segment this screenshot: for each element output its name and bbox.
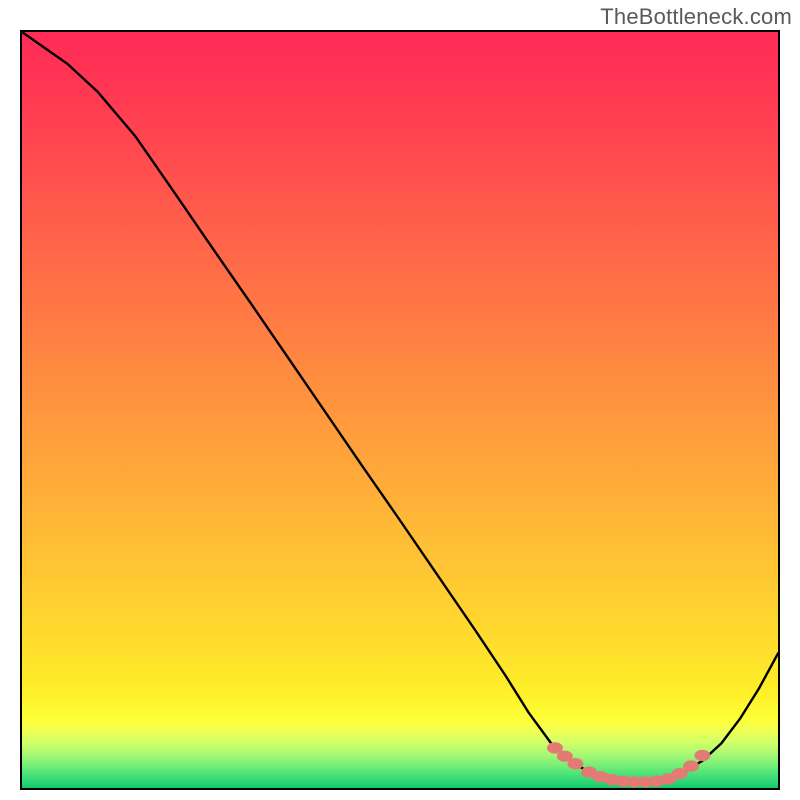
data-markers [547,742,710,787]
data-marker [683,760,699,771]
watermark-text: TheBottleneck.com [600,4,792,30]
data-marker [694,750,710,761]
bottleneck-curve [22,32,778,782]
plot-area [20,30,780,790]
curve-layer [22,32,778,788]
data-marker [567,758,583,769]
chart-frame: TheBottleneck.com [0,0,800,800]
